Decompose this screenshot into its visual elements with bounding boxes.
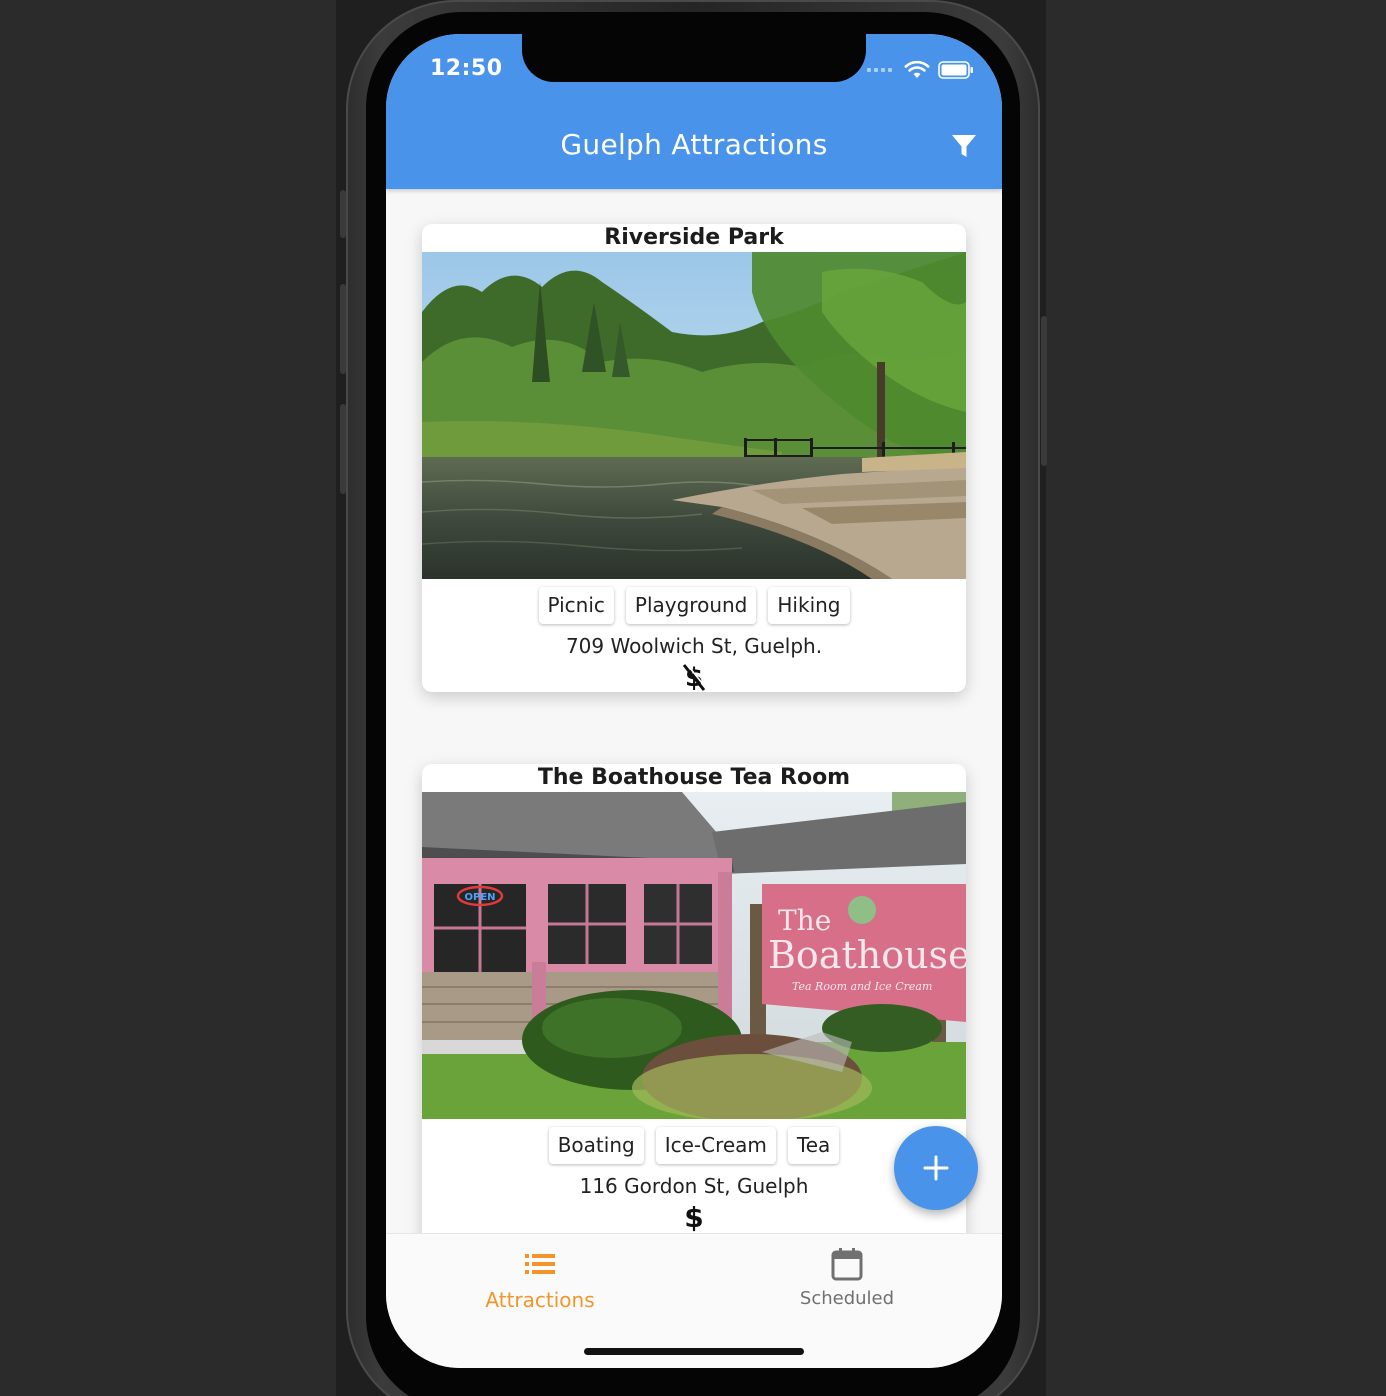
home-indicator [584,1348,804,1355]
filter-icon [952,135,976,157]
dollar-icon: $ [684,1201,703,1233]
svg-text:$: $ [684,1202,703,1232]
tag-list: Picnic Playground Hiking [422,587,966,624]
svg-text:OPEN: OPEN [464,892,495,903]
wifi-icon [904,60,930,78]
attraction-address: 116 Gordon St, Guelph [579,1174,809,1198]
tag-chip[interactable]: Playground [625,587,757,624]
add-attraction-button[interactable] [894,1126,978,1210]
status-time: 12:50 [430,56,503,81]
attractions-list[interactable]: Riverside Park Picnic Playground Hiking … [386,189,1002,1233]
tag-list: Boating Ice-Cream Tea [422,1127,966,1164]
cellular-signal-icon [867,68,892,72]
svg-text:Boathouse: Boathouse [768,933,966,977]
tab-attractions[interactable]: Attractions [440,1246,640,1312]
svg-text:Tea Room and Ice Cream: Tea Room and Ice Cream [792,980,932,993]
list-icon [525,1254,555,1274]
tab-label: Attractions [485,1288,595,1312]
volume-down-button [340,404,346,494]
price-indicator: $ [422,1201,966,1233]
tag-chip[interactable]: Boating [548,1127,644,1164]
calendar-icon [831,1248,863,1281]
page-title: Guelph Attractions [560,128,828,161]
attraction-name: Riverside Park [604,225,784,250]
price-indicator: $ [422,662,966,692]
attraction-card[interactable]: Riverside Park Picnic Playground Hiking … [422,224,966,692]
tag-chip[interactable]: Ice-Cream [655,1127,776,1164]
filter-button[interactable] [948,130,980,162]
phone-screen: 12:50 Guelph Attractions Riverside Park … [386,34,1002,1368]
stage: 12:50 Guelph Attractions Riverside Park … [0,0,1386,1396]
attraction-address: 709 Woolwich St, Guelph. [565,634,823,658]
notch [522,34,866,82]
volume-up-button [340,284,346,374]
tag-chip[interactable]: Hiking [768,587,850,624]
attraction-name: The Boathouse Tea Room [537,765,851,790]
tag-chip[interactable]: Picnic [538,587,614,624]
no-cost-icon: $ [682,662,707,692]
tab-label: Scheduled [799,1288,895,1309]
battery-icon [938,61,973,79]
boathouse-photo: OPEN The Boathouse Tea Room and Ice Crea… [422,792,966,1119]
attraction-card[interactable]: The Boathouse Tea Room OPEN The Boathous… [422,764,966,1233]
riverside-park-photo [422,252,966,579]
tag-chip[interactable]: Tea [787,1127,840,1164]
mute-switch [340,190,346,238]
status-icons [867,60,974,80]
plus-icon [923,1155,949,1181]
power-button [1041,316,1047,466]
tab-scheduled[interactable]: Scheduled [747,1246,947,1309]
